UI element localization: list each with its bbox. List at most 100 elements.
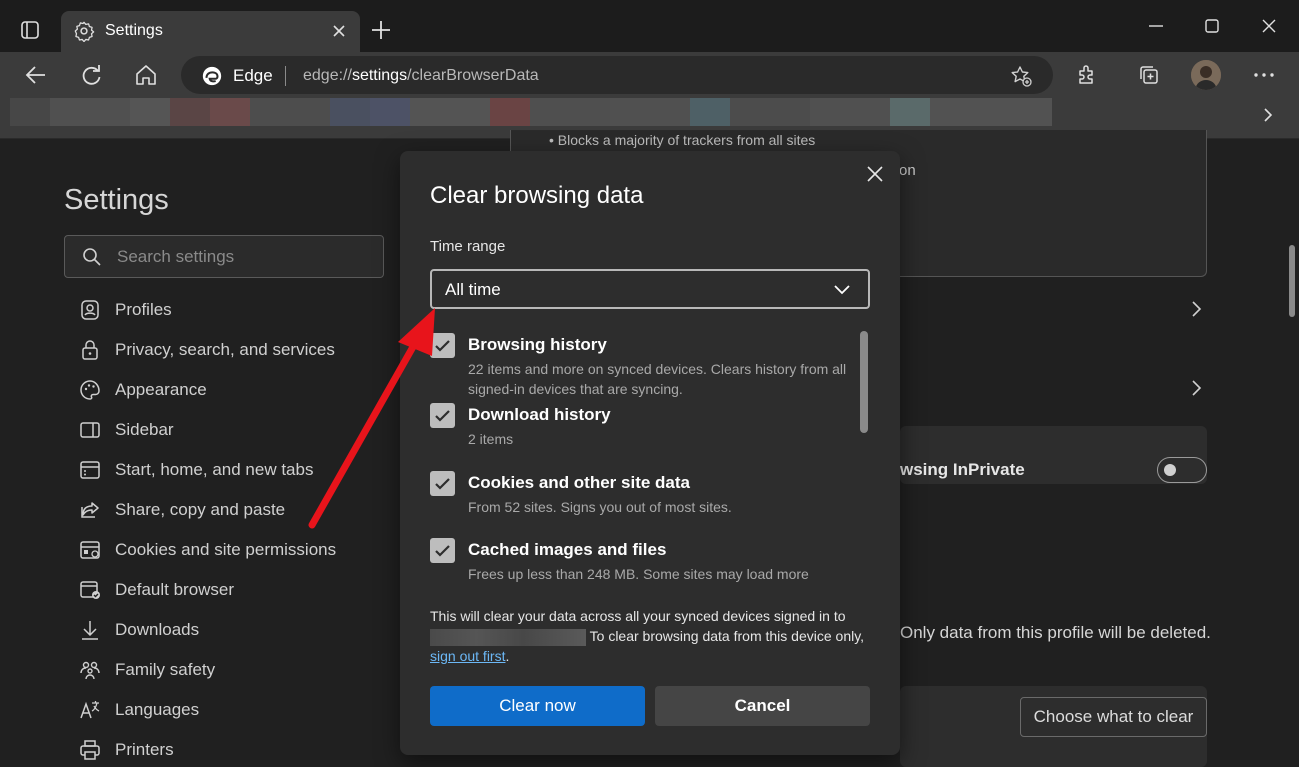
notice-text-2: To clear browsing data from this device …	[589, 628, 865, 644]
url-text: edge://settings/clearBrowserData	[303, 67, 539, 84]
search-icon	[81, 246, 103, 268]
more-options-icon[interactable]	[1251, 62, 1277, 88]
time-range-select[interactable]: All time	[430, 269, 870, 309]
clear-browsing-data-dialog: Clear browsing data Time range All time …	[400, 151, 900, 755]
sidebar-item-appearance[interactable]: Appearance	[78, 370, 378, 410]
collections-icon[interactable]	[1136, 62, 1162, 88]
sidebar-item-languages[interactable]: Languages	[78, 690, 378, 730]
item-title: Cookies and other site data	[468, 473, 690, 492]
time-range-label: Time range	[430, 238, 506, 255]
navigation-toolbar: Edge edge://settings/clearBrowserData	[0, 52, 1299, 98]
sidebar-item-privacy[interactable]: Privacy, search, and services	[78, 330, 378, 370]
sidebar-item-share[interactable]: Share, copy and paste	[78, 490, 378, 530]
tab-title: Settings	[105, 22, 163, 39]
chevron-right-icon[interactable]	[1187, 379, 1205, 397]
sidebar-item-label: Privacy, search, and services	[115, 340, 335, 359]
printer-icon	[78, 738, 102, 762]
close-tab-icon[interactable]	[329, 21, 349, 41]
share-icon	[78, 498, 102, 522]
checkbox-checked[interactable]	[430, 333, 455, 358]
chevron-right-icon[interactable]	[1187, 300, 1205, 318]
window-close-button[interactable]	[1255, 12, 1283, 40]
profile-avatar[interactable]	[1191, 60, 1221, 90]
list-item-cached-images[interactable]: Cached images and files Frees up less th…	[430, 538, 860, 584]
item-description: Frees up less than 248 MB. Some sites ma…	[468, 566, 809, 582]
extensions-icon[interactable]	[1074, 62, 1100, 88]
item-title: Cached images and files	[468, 540, 667, 559]
sidebar-item-label: Profiles	[115, 300, 172, 319]
sidebar-item-label: Share, copy and paste	[115, 500, 286, 519]
page-scrollbar[interactable]	[1289, 245, 1295, 317]
address-bar[interactable]: Edge edge://settings/clearBrowserData	[181, 56, 1053, 94]
checkbox-checked[interactable]	[430, 471, 455, 496]
home-icon[interactable]	[133, 62, 159, 88]
notice-end: .	[505, 648, 510, 664]
clear-now-button[interactable]: Clear now	[430, 686, 645, 726]
sign-out-link[interactable]: sign out first	[430, 648, 505, 664]
sidebar-item-profiles[interactable]: Profiles	[78, 290, 378, 330]
item-description: From 52 sites. Signs you out of most sit…	[468, 499, 732, 515]
item-description: 22 items and more on synced devices. Cle…	[468, 361, 847, 397]
gear-icon	[73, 20, 95, 43]
default-browser-icon	[78, 578, 102, 602]
redacted-email	[430, 628, 586, 646]
sidebar-item-label: Default browser	[115, 580, 235, 599]
tracker-description: • Blocks a majority of trackers from all…	[549, 132, 816, 148]
sidebar-item-label: Start, home, and new tabs	[115, 460, 314, 479]
item-title: Browsing history	[468, 335, 607, 354]
add-favorite-icon[interactable]	[1009, 64, 1033, 88]
search-box[interactable]	[64, 235, 384, 278]
address-divider	[285, 66, 286, 86]
checkbox-checked[interactable]	[430, 403, 455, 428]
sync-notice: This will clear your data across all you…	[430, 606, 870, 666]
sidebar-item-start-home[interactable]: Start, home, and new tabs	[78, 450, 378, 490]
cookies-icon	[78, 538, 102, 562]
sidebar-item-label: Cookies and site permissions	[115, 540, 337, 559]
sidebar-item-default-browser[interactable]: Default browser	[78, 570, 378, 610]
browser-window: Settings Edge edge://settings/clearBrows…	[0, 0, 1299, 767]
maximize-button[interactable]	[1198, 12, 1226, 40]
family-icon	[78, 658, 102, 682]
sidebar-item-label: Sidebar	[115, 420, 174, 439]
refresh-icon[interactable]	[78, 62, 104, 88]
home-tabs-icon	[78, 458, 102, 482]
chevron-down-icon	[832, 281, 852, 299]
list-item-browsing-history[interactable]: Browsing history 22 items and more on sy…	[430, 333, 860, 399]
cancel-button[interactable]: Cancel	[655, 686, 870, 726]
sidebar-item-label: Family safety	[115, 660, 216, 679]
site-name: Edge	[233, 66, 273, 85]
favorites-blurred	[10, 98, 1132, 126]
lock-icon	[78, 338, 102, 362]
checkbox-checked[interactable]	[430, 538, 455, 563]
download-icon	[78, 618, 102, 642]
inprivate-toggle[interactable]	[1157, 457, 1207, 483]
dialog-title: Clear browsing data	[430, 182, 644, 209]
title-bar: Settings	[0, 0, 1299, 52]
search-input[interactable]	[117, 244, 372, 270]
minimize-button[interactable]	[1142, 12, 1170, 40]
back-arrow-icon[interactable]	[23, 62, 49, 88]
languages-icon	[78, 698, 102, 722]
list-item-cookies[interactable]: Cookies and other site data From 52 site…	[430, 471, 860, 521]
sidebar-item-label: Downloads	[115, 620, 200, 639]
data-type-list: Browsing history 22 items and more on sy…	[430, 331, 870, 584]
favorites-more-chevron-icon[interactable]	[1259, 106, 1277, 124]
sidebar-item-cookies[interactable]: Cookies and site permissions	[78, 530, 378, 570]
sidebar-item-printers[interactable]: Printers	[78, 730, 378, 767]
choose-what-to-clear-button[interactable]: Choose what to clear	[1020, 697, 1207, 737]
sidebar-item-downloads[interactable]: Downloads	[78, 610, 378, 650]
sidebar-item-label: Languages	[115, 700, 200, 719]
page-title: Settings	[64, 184, 169, 216]
close-icon[interactable]	[864, 163, 886, 185]
tab-settings[interactable]: Settings	[61, 11, 360, 52]
time-range-value: All time	[445, 280, 501, 299]
sidebar-item-sidebar[interactable]: Sidebar	[78, 410, 378, 450]
sidebar-item-family[interactable]: Family safety	[78, 650, 378, 690]
edge-logo-icon	[201, 65, 223, 87]
sidebar-item-label: Printers	[115, 740, 174, 759]
dialog-scrollbar[interactable]	[860, 331, 868, 433]
partial-text: on	[899, 162, 916, 179]
list-item-download-history[interactable]: Download history 2 items	[430, 403, 860, 453]
new-tab-button[interactable]	[369, 18, 393, 42]
tab-actions-icon[interactable]	[14, 14, 46, 46]
